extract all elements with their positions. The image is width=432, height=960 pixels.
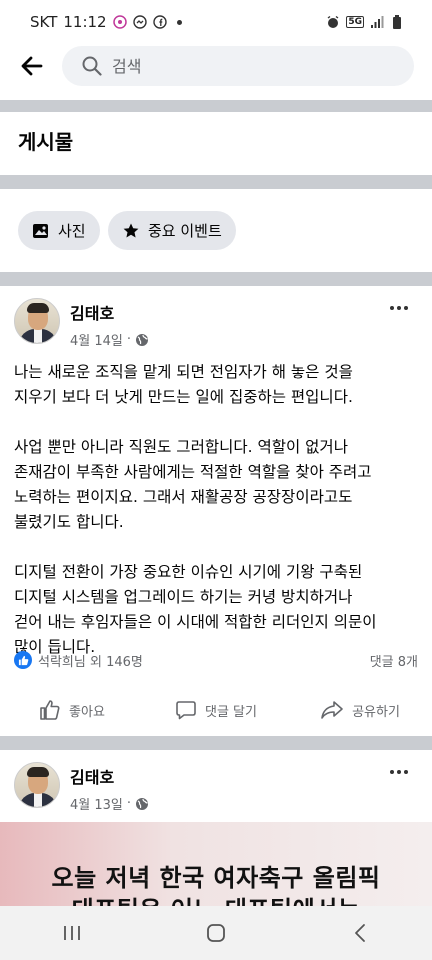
back-button[interactable] (0, 38, 64, 94)
more-horizontal-icon (390, 770, 394, 774)
share-label: 공유하기 (352, 704, 400, 720)
events-filter-button[interactable]: 중요 이벤트 (108, 211, 236, 250)
photos-filter-label: 사진 (58, 222, 86, 240)
section-divider (0, 175, 432, 189)
comment-label: 댓글 달기 (205, 704, 257, 720)
recent-apps-button[interactable] (42, 913, 102, 953)
clock: 11:12 (63, 13, 107, 31)
notification-app-icon (112, 15, 127, 29)
home-button[interactable] (186, 913, 246, 953)
thumbs-up-icon (14, 651, 32, 669)
more-horizontal-icon (390, 306, 394, 310)
like-icon (40, 700, 60, 720)
carrier-label: SKT (30, 13, 58, 31)
avatar[interactable] (14, 762, 60, 808)
arrow-left-icon (21, 56, 43, 76)
signal-icon (370, 15, 384, 29)
facebook-notification-icon (152, 15, 167, 29)
photos-filter-button[interactable]: 사진 (18, 211, 100, 250)
comment-icon (176, 701, 196, 720)
post-paragraph: 사업 뿐만 아니라 직원도 그러합니다. 역할이 없거나 존재감이 부족한 사람… (14, 438, 372, 531)
post-date[interactable]: 4월 14일 (70, 330, 123, 349)
messenger-notification-icon (132, 15, 147, 29)
like-label: 좋아요 (69, 704, 105, 720)
reactions-count[interactable]: 석락희님 외 146명 (38, 651, 143, 670)
author-name[interactable]: 김태호 (70, 764, 149, 788)
section-divider (0, 100, 432, 112)
chevron-left-icon (355, 924, 365, 942)
globe-icon (136, 333, 149, 346)
post-headline: 오늘 저녁 한국 여자축구 올림픽 (51, 864, 381, 892)
comment-button[interactable]: 댓글 달기 (144, 692, 288, 728)
post-actions: 좋아요 댓글 달기 공유하기 (0, 692, 432, 728)
search-icon (82, 56, 102, 76)
page-title: 게시물 (18, 130, 74, 154)
post-options-button[interactable] (384, 298, 414, 318)
alarm-icon (326, 15, 340, 29)
section-divider (0, 736, 432, 750)
search-bar[interactable] (62, 46, 414, 86)
system-back-button[interactable] (330, 913, 390, 953)
more-notifications-dot (176, 19, 182, 25)
comments-count[interactable]: 댓글 8개 (370, 651, 418, 670)
post-date[interactable]: 4월 13일 (70, 794, 123, 813)
post-header: 김태호 4월 14일 · (14, 298, 149, 349)
reactions-summary: 석락희님 외 146명 댓글 8개 (14, 648, 418, 672)
post-paragraph: 디지털 전환이 가장 중요한 이슈인 시기에 기왕 구축된 디지털 시스템을 업… (14, 563, 377, 656)
post-options-button[interactable] (384, 762, 414, 782)
home-icon (207, 924, 225, 942)
post-text: 나는 새로운 조직을 맡게 되면 전임자가 해 놓은 것을 지우기 보다 더 낫… (14, 360, 414, 685)
post-paragraph: 나는 새로운 조직을 맡게 되면 전임자가 해 놓은 것을 지우기 보다 더 낫… (14, 363, 353, 406)
share-icon (321, 701, 343, 719)
share-button[interactable]: 공유하기 (288, 692, 432, 728)
author-name[interactable]: 김태호 (70, 300, 149, 324)
events-filter-label: 중요 이벤트 (148, 222, 222, 240)
meta-separator: · (126, 796, 132, 811)
post-header: 김태호 4월 13일 · (14, 762, 149, 813)
globe-icon (136, 797, 149, 810)
avatar[interactable] (14, 298, 60, 344)
section-divider (0, 272, 432, 286)
battery-icon (390, 15, 404, 29)
search-input[interactable] (112, 56, 392, 76)
photo-icon (33, 223, 48, 238)
star-icon (123, 223, 139, 237)
recent-apps-icon (64, 926, 80, 940)
network-type-label: 5G (346, 16, 364, 28)
status-bar: SKT 11:12 5G (0, 0, 432, 44)
like-button[interactable]: 좋아요 (0, 692, 144, 728)
system-navigation-bar (0, 906, 432, 960)
meta-separator: · (126, 332, 132, 347)
